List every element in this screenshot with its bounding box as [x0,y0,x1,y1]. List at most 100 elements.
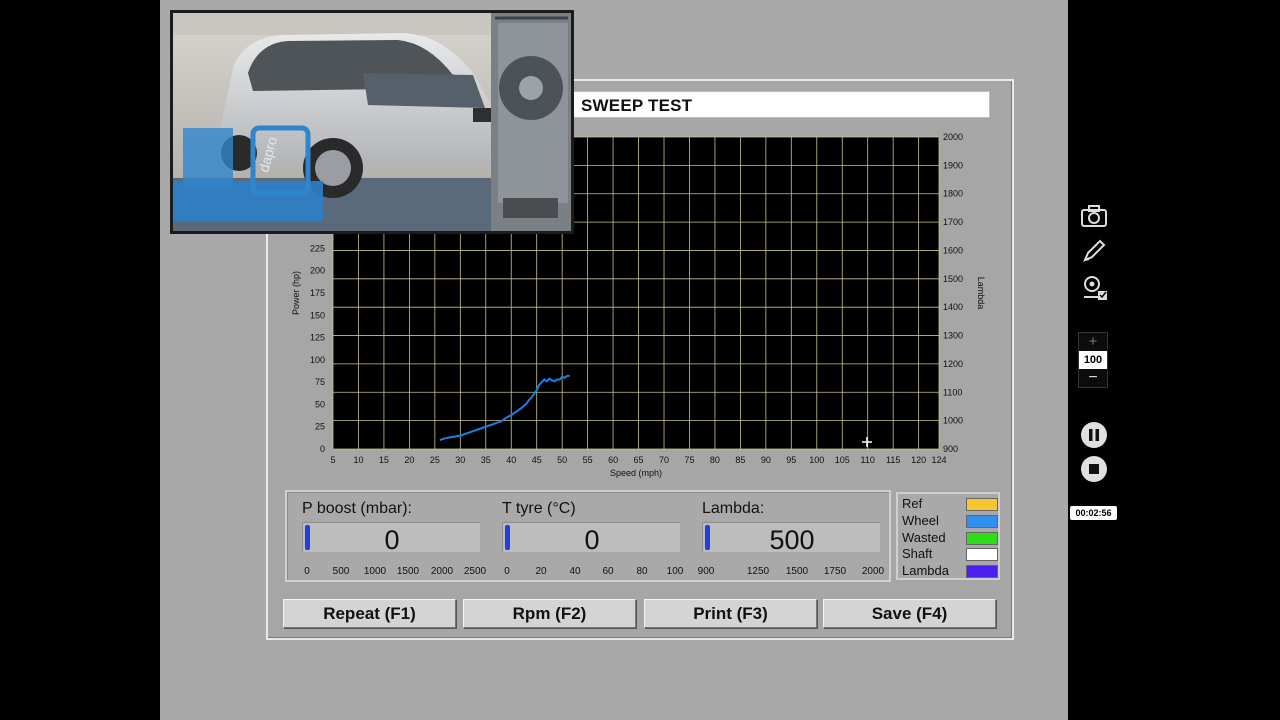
x-tick-label: 90 [761,455,771,465]
gauge-value: 500 [769,525,815,555]
rpm-button[interactable]: Rpm (F2) [463,599,636,628]
x-tick-label: 100 [809,455,824,465]
legend-swatch [966,565,998,578]
webcam-overlay: dapro [170,10,574,234]
gauge-panel: P boost (mbar): 0 0 500 1000 1500 2000 2… [285,490,891,582]
x-tick-label: 25 [430,455,440,465]
pause-icon[interactable] [1080,421,1108,449]
y-right-tick-label: 1400 [943,302,963,312]
gauge-tick: 1250 [746,566,770,577]
y-right-tick-label: 1900 [943,160,963,170]
legend-label: Wasted [902,530,946,545]
gauge-p-boost: P boost (mbar): 0 0 500 1000 1500 2000 2… [287,492,487,582]
zoom-out-button[interactable]: − [1079,370,1107,387]
y-right-tick-label: 1700 [943,217,963,227]
gauge-scale: 0 500 1000 1500 2000 2500 [287,566,487,580]
y-left-tick-label: 125 [310,333,325,343]
y-right-tick-label: 1800 [943,189,963,199]
legend-item-wheel: Wheel [900,513,1000,529]
y-right-axis-label: Lambda [976,277,986,310]
y-right-tick-label: 900 [943,444,958,454]
y-right-tick-label: 1200 [943,359,963,369]
x-tick-label: 50 [557,455,567,465]
y-left-tick-label: 175 [310,288,325,298]
x-tick-label: 10 [353,455,363,465]
gauge-scale: 900 1250 1500 1750 2000 [687,566,887,580]
y-right-tick-label: 1000 [943,416,963,426]
legend-label: Lambda [902,563,949,578]
legend-label: Wheel [902,513,939,528]
legend-swatch [966,548,998,561]
recording-timer: 00:02:56 [1070,506,1117,520]
repeat-button[interactable]: Repeat (F1) [283,599,456,628]
gauge-display: 0 [502,522,680,555]
x-tick-label: 95 [786,455,796,465]
gauge-tick: 80 [636,566,648,577]
webcam-icon[interactable] [1080,274,1108,302]
gauge-label: T tyre (°C) [502,500,576,517]
legend-swatch [966,532,998,545]
x-tick-label: 105 [835,455,850,465]
stop-icon[interactable] [1080,455,1108,483]
legend: Ref Wheel Wasted Shaft Lambda [896,492,1000,580]
y-left-tick-label: 225 [310,243,325,253]
x-tick-label: 65 [634,455,644,465]
print-button[interactable]: Print (F3) [644,599,817,628]
gauge-scale: 0 20 40 60 80 100 [487,566,687,580]
gauge-tick: 100 [666,566,684,577]
test-title-box: SWEEP TEST [572,91,990,118]
gauge-label: Lambda: [702,500,765,517]
x-axis-label: Speed (mph) [610,468,662,478]
x-tick-label: 5 [330,455,335,465]
y-right-tick-label: 1500 [943,274,963,284]
y-left-tick-label: 150 [310,310,325,320]
legend-item-shaft: Shaft [900,546,1000,562]
gauge-display: 0 [302,522,480,555]
legend-item-wasted: Wasted [900,530,1000,546]
x-tick-label: 35 [481,455,491,465]
camera-icon[interactable] [1080,202,1108,230]
gauge-lambda: Lambda: 500 900 1250 1500 1750 2000 [687,492,887,582]
gauge-tick: 0 [304,566,310,577]
x-tick-label: 30 [455,455,465,465]
x-tick-label: 70 [659,455,669,465]
y-right-tick-label: 2000 [943,132,963,142]
x-tick-label: 20 [404,455,414,465]
y-left-tick-label: 75 [315,377,325,387]
y-right-tick-label: 1600 [943,245,963,255]
x-tick-label: 45 [532,455,542,465]
legend-label: Ref [902,496,923,511]
x-tick-label: 75 [684,455,694,465]
zoom-level: 100 [1079,351,1107,369]
x-tick-label: 40 [506,455,516,465]
gauge-t-tyre: T tyre (°C) 0 0 20 40 60 80 100 [487,492,687,582]
legend-swatch [966,515,998,528]
gauge-tick: 2000 [861,566,885,577]
gauge-tick: 60 [602,566,614,577]
save-button[interactable]: Save (F4) [823,599,996,628]
gauge-label: P boost (mbar): [302,500,412,517]
x-tick-label: 80 [710,455,720,465]
x-tick-label: 60 [608,455,618,465]
gauge-tick: 1500 [785,566,809,577]
gauge-value: 0 [384,525,400,555]
x-tick-label: 15 [379,455,389,465]
legend-label: Shaft [902,546,933,561]
pen-icon[interactable] [1080,237,1108,265]
x-tick-label: 55 [583,455,593,465]
gauge-tick: 2000 [430,566,454,577]
gauge-tick: 1750 [823,566,847,577]
gauge-tick: 1500 [396,566,420,577]
y-right-tick-label: 1300 [943,331,963,341]
y-left-tick-label: 50 [315,399,325,409]
zoom-in-button[interactable]: + [1079,333,1107,350]
y-left-tick-label: 0 [320,444,325,454]
x-tick-label: 85 [735,455,745,465]
y-left-axis-label: Power (hp) [291,271,301,315]
x-tick-label: 124 [931,455,946,465]
zoom-control: + 100 − [1078,332,1108,388]
x-tick-label: 110 [861,455,875,465]
vehicle-on-dyno-image: dapro [173,13,571,231]
gauge-tick: 40 [569,566,581,577]
gauge-display: 500 [702,522,880,555]
